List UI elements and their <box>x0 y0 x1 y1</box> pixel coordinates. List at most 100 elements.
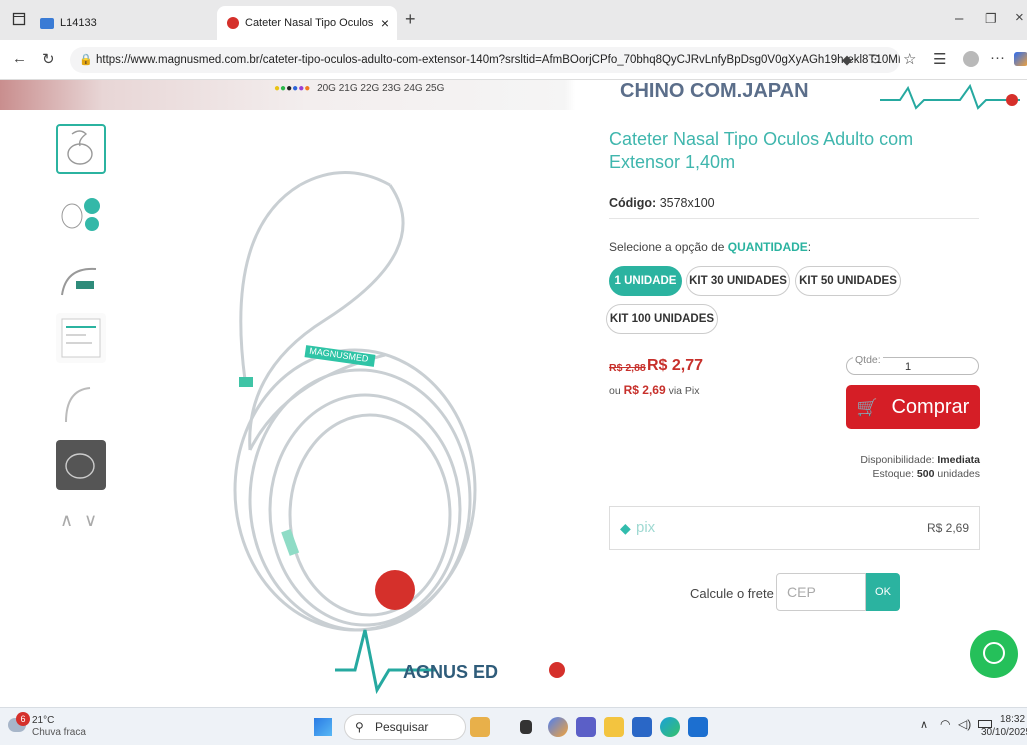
tab-cateter[interactable]: Cateter Nasal Tipo Oculos Adulto × <box>217 6 397 40</box>
weather-desc: Chuva fraca <box>32 727 86 738</box>
quantity-field[interactable]: Qtde: 1 <box>846 352 979 375</box>
refresh-icon[interactable]: ↻ <box>42 50 55 68</box>
weather-badge: 6 <box>16 712 30 726</box>
taskbar: 6 21°C Chuva fraca ⚲ Pesquisar ∧ ◠ ◁) 18… <box>0 707 1027 745</box>
widgets-icon[interactable] <box>470 717 490 737</box>
shipping-label: Calcule o frete <box>690 586 774 601</box>
thumbnail-down-icon[interactable]: ∨ <box>84 510 97 531</box>
pix-payment-box: ◆ pix R$ 2,69 <box>609 506 980 550</box>
close-tab-icon[interactable]: × <box>381 15 389 31</box>
task-view-icon[interactable] <box>520 720 532 734</box>
store-icon[interactable] <box>632 717 652 737</box>
pix-suffix: via Pix <box>668 385 700 397</box>
taskbar-search[interactable]: ⚲ Pesquisar <box>344 714 466 740</box>
url-input[interactable]: 🔒 https://www.magnusmed.com.br/cateter-t… <box>70 47 900 73</box>
option-kit-100[interactable]: KIT 100 UNIDADES <box>606 304 718 334</box>
option-1-unidade[interactable]: 1 UNIDADE <box>609 266 682 296</box>
price-old: R$ 2,88 <box>609 362 646 374</box>
thumbnail-1[interactable] <box>56 124 106 174</box>
tab-label: L14133 <box>60 17 97 29</box>
new-tab-icon[interactable]: + <box>405 9 416 30</box>
tab-actions-icon[interactable] <box>12 12 26 30</box>
pix-box-price: R$ 2,69 <box>926 521 969 535</box>
divider <box>609 218 979 219</box>
search-icon: ⚲ <box>355 720 364 734</box>
close-window-icon[interactable]: × <box>1015 9 1024 26</box>
tab-favicon-icon <box>40 17 54 29</box>
file-explorer-icon[interactable] <box>604 717 624 737</box>
pix-logo-text: pix <box>636 519 656 536</box>
buy-button-label: Comprar <box>891 396 970 418</box>
favorite-star-icon[interactable]: ☆ <box>903 50 916 68</box>
cart-icon: 🛒 <box>856 398 878 417</box>
tab-favicon-icon <box>227 17 239 29</box>
whatsapp-icon <box>983 642 1005 664</box>
outlook-icon[interactable] <box>688 717 708 737</box>
thumbnail-up-icon[interactable]: ∧ <box>60 510 73 531</box>
copilot-icon[interactable] <box>1014 52 1027 66</box>
thumbnail-3[interactable] <box>56 255 106 305</box>
menu-icon[interactable]: ··· <box>990 49 1005 66</box>
banner-brand: CHINO COM.JAPAN <box>620 80 809 102</box>
availability-info: Disponibilidade: Imediata Estoque: 500 u… <box>780 453 980 481</box>
address-bar-row: ← ↻ 🔒 https://www.magnusmed.com.br/catet… <box>0 40 1027 80</box>
product-title: Cateter Nasal Tipo Oculos Adulto com Ext… <box>609 129 914 172</box>
profile-avatar[interactable] <box>963 51 979 67</box>
clock-time[interactable]: 18:32 <box>1000 714 1025 725</box>
thumbnail-6[interactable] <box>56 440 106 490</box>
top-banner: ●●●●●● 20G 21G 22G 23G 24G 25G CHINO COM… <box>0 80 1027 110</box>
pix-prefix: ou <box>609 385 621 397</box>
quantity-label: Qtde: <box>853 352 883 368</box>
image-brand-text: AGNUS ED <box>403 662 498 682</box>
quantity-value: 1 <box>905 361 912 373</box>
tab-label: Cateter Nasal Tipo Oculos Adulto <box>245 17 375 29</box>
stock-value: 500 <box>916 468 935 480</box>
option-prompt-text: Selecione a opção de <box>609 240 725 254</box>
option-prompt: Selecione a opção de QUANTIDADE: <box>609 240 811 254</box>
product-page: ∧ ∨ MAGNUSMED AGNUS ED Cateter Nasal Tip… <box>0 110 1027 707</box>
weather-temp: 21°C <box>32 715 55 726</box>
minimize-icon[interactable]: – <box>955 10 963 27</box>
code-label: Código: <box>609 196 657 210</box>
search-placeholder: Pesquisar <box>375 720 429 734</box>
wifi-icon[interactable]: ◠ <box>940 717 950 731</box>
pix-icon: ◆ <box>620 520 631 536</box>
banner-gauges: ●●●●●● 20G 21G 22G 23G 24G 25G <box>274 83 445 94</box>
tab-l14133[interactable]: L14133 × <box>32 6 237 40</box>
lock-icon: 🔒 <box>79 54 93 66</box>
edge-icon[interactable] <box>660 717 680 737</box>
back-icon[interactable]: ← <box>12 50 27 67</box>
restore-icon[interactable]: ❐ <box>985 11 997 27</box>
stock-label: Estoque: <box>872 468 914 480</box>
stock-unit: unidades <box>937 468 980 480</box>
thumbnail-2[interactable] <box>56 188 106 238</box>
code-value: 3578x100 <box>659 196 715 210</box>
favorites-icon[interactable]: ☰ <box>933 50 946 68</box>
teams-icon[interactable] <box>576 717 596 737</box>
product-code: Código: 3578x100 <box>609 196 715 210</box>
thumbnail-5[interactable] <box>56 378 106 428</box>
copilot-app-icon[interactable] <box>548 717 568 737</box>
option-kit-30[interactable]: KIT 30 UNIDADES <box>686 266 790 296</box>
tray-chevron-icon[interactable]: ∧ <box>920 718 928 731</box>
volume-icon[interactable]: ◁) <box>958 717 971 731</box>
windows-start-icon[interactable] <box>314 718 332 736</box>
clock-date[interactable]: 30/10/2025 <box>981 727 1027 738</box>
buy-button[interactable]: 🛒 Comprar <box>846 385 980 429</box>
browser-tab-bar: L14133 × Cateter Nasal Tipo Oculos Adult… <box>0 0 1027 40</box>
availability-value: Imediata <box>937 454 980 466</box>
product-main-image[interactable]: MAGNUSMED AGNUS ED <box>205 150 575 695</box>
option-prompt-colon: : <box>807 240 812 254</box>
more-tools-icon[interactable]: ⊙ <box>870 51 881 67</box>
option-kit-50[interactable]: KIT 50 UNIDADES <box>795 266 901 296</box>
banner-heartbeat-icon <box>880 83 1020 110</box>
cep-ok-button[interactable]: OK <box>866 573 900 611</box>
availability-label: Disponibilidade: <box>860 454 935 466</box>
price-current: R$ 2,77 <box>647 357 704 374</box>
thumbnail-4[interactable] <box>56 313 106 363</box>
pix-price: R$ 2,69 <box>623 383 666 397</box>
extension-icon[interactable]: ◆ <box>842 52 852 68</box>
whatsapp-button[interactable] <box>970 630 1018 678</box>
url-text: https://www.magnusmed.com.br/cateter-tip… <box>96 54 900 66</box>
cep-input[interactable]: CEP <box>776 573 866 611</box>
